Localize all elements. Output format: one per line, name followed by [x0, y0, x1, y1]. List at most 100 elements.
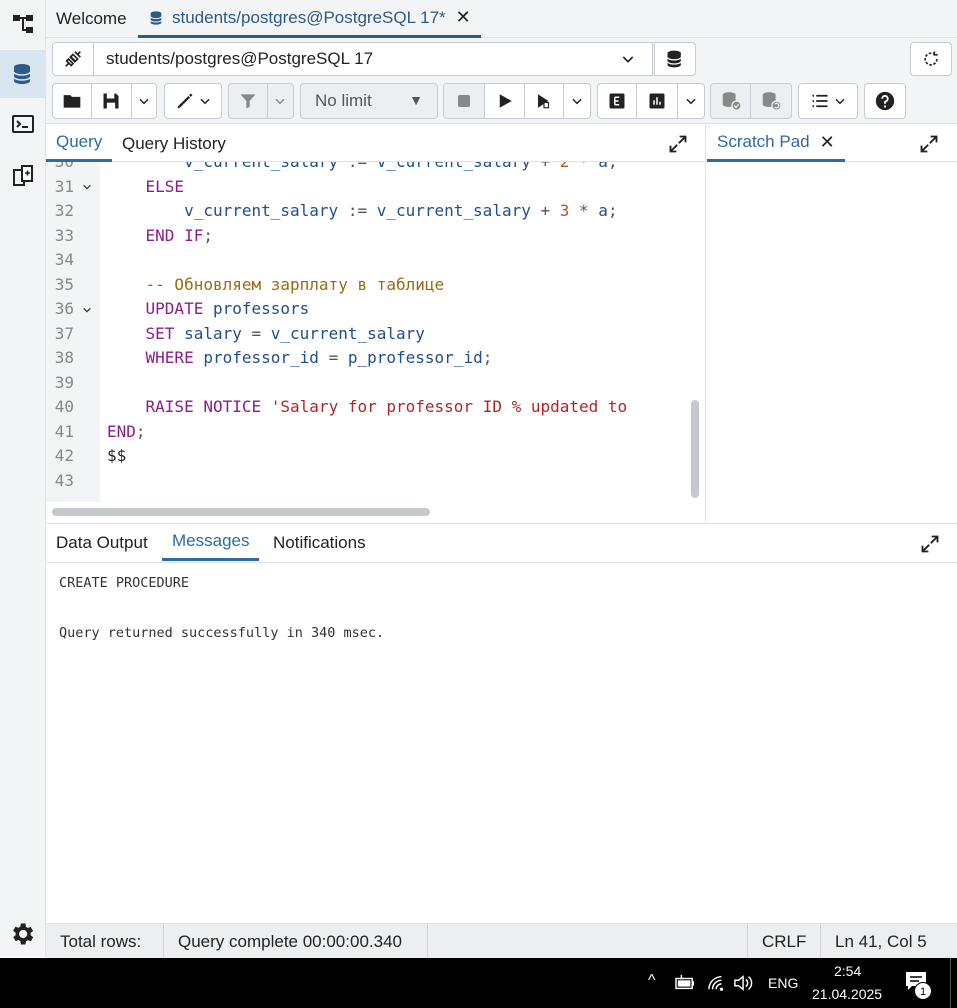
code-editor[interactable]: 30 v_current_salary := v_current_salary …: [46, 162, 690, 502]
vertical-scrollbar[interactable]: [691, 400, 699, 498]
tab-query-tool[interactable]: students/postgres@PostgreSQL 17* ✕: [138, 0, 481, 38]
clock-time[interactable]: 2:54: [834, 963, 861, 979]
tab-query[interactable]: Query: [46, 125, 113, 162]
code-token: ;: [482, 348, 493, 367]
tab-welcome[interactable]: Welcome: [46, 0, 137, 38]
schema-diff-button[interactable]: [0, 152, 46, 200]
input-language[interactable]: ENG: [768, 975, 798, 991]
commit-button[interactable]: [711, 84, 752, 118]
code-token: *: [569, 201, 599, 220]
stop-button[interactable]: [444, 84, 486, 118]
execute-options-dropdown[interactable]: [564, 84, 590, 118]
filter-icon: [240, 94, 256, 109]
object-explorer-button[interactable]: [0, 0, 46, 48]
tab-data-output-label: Data Output: [56, 532, 148, 552]
tab-messages-label: Messages: [172, 531, 250, 550]
code-text: ELSE: [107, 175, 185, 200]
save-file-button[interactable]: [92, 84, 132, 118]
execute-query-button[interactable]: [525, 84, 565, 118]
new-connection-button[interactable]: [654, 42, 696, 76]
scratch-pad-textarea[interactable]: [707, 162, 957, 522]
close-tab-icon[interactable]: ✕: [456, 7, 471, 28]
connection-value: students/postgres@PostgreSQL 17: [106, 49, 374, 68]
terminal-icon: [12, 115, 34, 133]
stop-icon: [458, 95, 471, 107]
scratch-pad-label: Scratch Pad: [717, 132, 810, 151]
tab-messages[interactable]: Messages: [162, 524, 260, 561]
code-token: +: [531, 162, 560, 171]
total-rows: Total rows:: [46, 924, 164, 959]
scratch-pad-tabs: Scratch Pad ✕: [707, 125, 957, 162]
tab-data-output[interactable]: Data Output: [46, 524, 158, 561]
clock-date[interactable]: 21.04.2025: [812, 986, 882, 1002]
code-token: WHERE: [145, 348, 194, 367]
close-icon[interactable]: ✕: [820, 132, 835, 153]
code-token: SET: [145, 323, 175, 343]
macros-button[interactable]: [798, 83, 858, 119]
cursor-position: Ln 41, Col 5: [835, 931, 927, 951]
battery-icon[interactable]: [674, 974, 696, 992]
expand-icon[interactable]: [920, 534, 940, 554]
code-token: :=: [338, 201, 377, 220]
show-desktop-button[interactable]: [950, 958, 951, 1008]
code-token: =: [318, 348, 348, 367]
horizontal-scrollbar[interactable]: [52, 508, 430, 516]
code-token: +: [530, 201, 560, 220]
rollback-button[interactable]: [751, 84, 791, 118]
connection-select[interactable]: students/postgres@PostgreSQL 17: [93, 42, 653, 76]
refresh-button[interactable]: [910, 42, 952, 76]
chevron-up-icon[interactable]: ^: [648, 972, 656, 990]
chevron-down-icon: [686, 98, 696, 105]
code-line: 36 UPDATE professors: [46, 297, 690, 322]
code-line: 34: [46, 248, 690, 273]
explain-analyze-button[interactable]: [637, 84, 679, 118]
row-limit-select[interactable]: No limit ▼: [300, 83, 438, 119]
explain-button[interactable]: [598, 84, 638, 118]
query-toolbar: No limit ▼: [46, 80, 957, 124]
tab-scratch-pad[interactable]: Scratch Pad ✕: [707, 125, 845, 162]
volume-icon[interactable]: [733, 973, 755, 993]
chevron-down-icon: [835, 98, 845, 105]
code-token: =: [241, 323, 271, 343]
folder-icon: [63, 95, 81, 108]
tree-icon: [13, 15, 33, 33]
code-token: 3: [559, 201, 570, 220]
execute-script-button[interactable]: [485, 84, 525, 118]
expand-icon[interactable]: [919, 134, 939, 154]
connection-status-button[interactable]: [52, 42, 94, 76]
line-number: 35: [54, 274, 74, 294]
code-token: RAISE NOTICE: [145, 397, 262, 416]
open-file-button[interactable]: [53, 84, 93, 118]
filter-options-dropdown[interactable]: [268, 84, 293, 118]
explain-options-dropdown[interactable]: [678, 84, 704, 118]
bar-chart-icon: [649, 93, 665, 109]
query-tool-button[interactable]: [0, 50, 46, 98]
tab-notifications[interactable]: Notifications: [263, 524, 376, 561]
tab-query-history[interactable]: Query History: [112, 125, 236, 162]
code-token: ;: [203, 225, 213, 245]
expand-icon[interactable]: [668, 134, 688, 154]
notification-center-button[interactable]: 1: [904, 970, 936, 1002]
filter-button[interactable]: [229, 84, 268, 118]
line-number: 41: [54, 421, 74, 441]
play-icon: [499, 94, 512, 108]
fold-chevron-icon[interactable]: [82, 175, 92, 200]
code-line: 43: [46, 469, 690, 494]
code-line: 39: [46, 371, 690, 396]
help-button[interactable]: [864, 83, 906, 119]
psql-tool-button[interactable]: [0, 100, 46, 148]
edit-button[interactable]: [164, 83, 222, 119]
save-options-dropdown[interactable]: [132, 84, 157, 118]
fold-chevron-icon[interactable]: [82, 297, 92, 322]
code-line: 37 SET salary = v_current_salary: [46, 322, 690, 347]
wifi-icon[interactable]: [706, 974, 728, 992]
chevron-down-icon: [275, 98, 285, 105]
code-text: WHERE professor_id = p_professor_id;: [107, 346, 493, 371]
settings-gear-icon[interactable]: [8, 920, 36, 948]
chevron-down-icon: [572, 98, 582, 105]
output-panel: Data Output Messages Notifications CREAT…: [46, 523, 957, 923]
